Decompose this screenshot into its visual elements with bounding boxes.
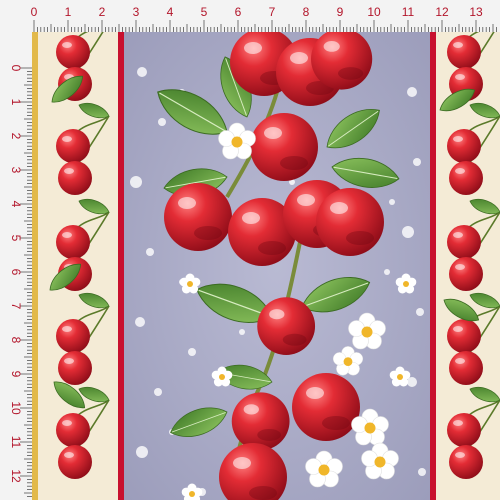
ruler-top-label: 2 xyxy=(99,5,106,19)
ruler-left-label: 1 xyxy=(9,99,23,106)
ruler-top-label: 7 xyxy=(269,5,276,19)
ruler-top-label: 13 xyxy=(469,5,483,19)
ruler-left-label: 2 xyxy=(9,133,23,140)
ruler-left-label: 8 xyxy=(9,337,23,344)
ruler-top-label: 9 xyxy=(337,5,344,19)
fabric-print-preview xyxy=(32,32,500,500)
center-panel xyxy=(124,32,430,500)
vertical-ruler: 0 1 2 3 4 5 6 7 8 9 10 11 12 xyxy=(0,32,33,500)
right-border-panel xyxy=(430,32,500,500)
ruler-left-label: 6 xyxy=(9,269,23,276)
ruler-left-label: 11 xyxy=(9,436,23,449)
vertical-ruler-scale: 0123456789101112 xyxy=(9,65,32,497)
ruler-left-label: 7 xyxy=(9,303,23,310)
ruler-top-label: 11 xyxy=(402,5,415,19)
ruler-left-label: 3 xyxy=(9,167,23,174)
ruler-left-label: 10 xyxy=(9,401,23,415)
ruler-left-label: 4 xyxy=(9,201,23,208)
ruler-top-label: 3 xyxy=(133,5,140,19)
horizontal-ruler-scale: 01234567891011121314 xyxy=(31,5,497,32)
ruler-left-label: 0 xyxy=(9,65,23,72)
ruler-top-label: 8 xyxy=(303,5,310,19)
ruler-top-label: 10 xyxy=(367,5,381,19)
horizontal-ruler: 01234567891011121314 xyxy=(0,0,500,33)
ruler-top-label: 4 xyxy=(167,5,174,19)
ruler-left-label: 9 xyxy=(9,371,23,378)
ruler-top-label: 12 xyxy=(435,5,449,19)
ruler-left-label: 12 xyxy=(9,469,23,483)
cherry-fabric-pattern xyxy=(32,32,500,500)
left-border-panel xyxy=(32,32,124,500)
ruler-top-label: 5 xyxy=(201,5,208,19)
ruler-top-label: 0 xyxy=(31,5,38,19)
ruler-left-label: 5 xyxy=(9,235,23,242)
ruler-top-label: 1 xyxy=(65,5,72,19)
ruler-top-label: 6 xyxy=(235,5,242,19)
